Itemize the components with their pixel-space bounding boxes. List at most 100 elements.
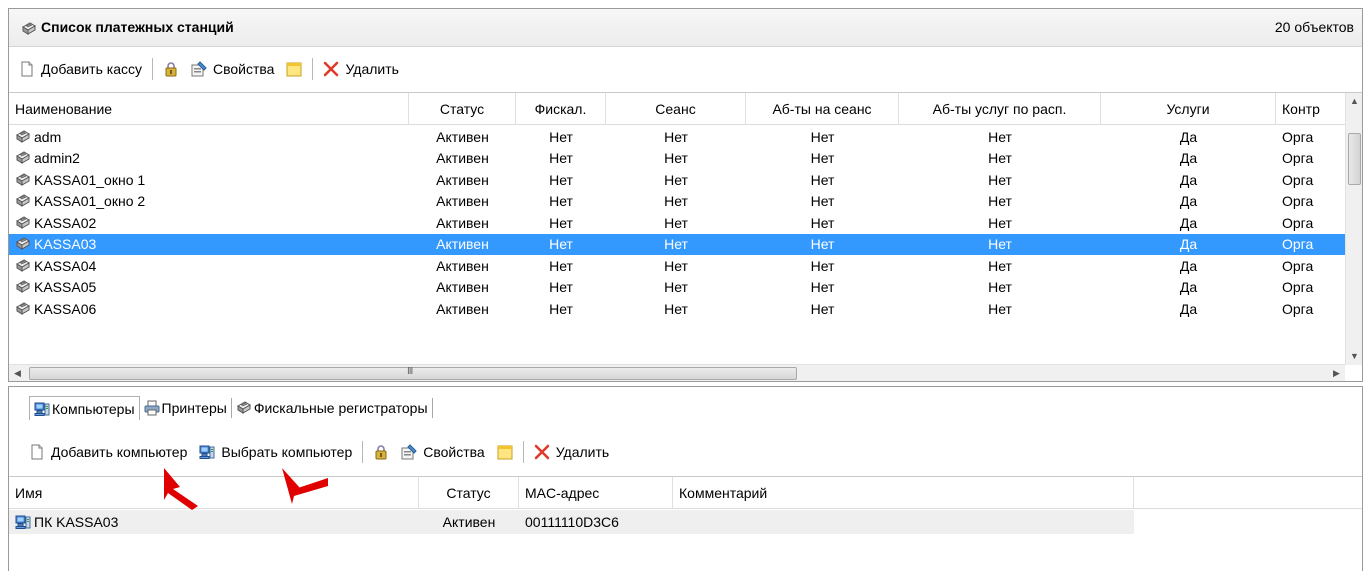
properties-button[interactable]: Свойства (395, 439, 490, 465)
computers-toolbar: Добавить компьютер Выбрать компьютер Сво… (23, 437, 615, 467)
delete-x-icon (534, 444, 550, 460)
table-cell-fiscal: Нет (549, 128, 573, 145)
column-header-status[interactable]: Статус (419, 477, 519, 508)
table-cell-ab-services: Нет (988, 257, 1012, 274)
table-cell-ab-session: Нет (810, 236, 835, 253)
column-header-status[interactable]: Статус (409, 93, 516, 124)
computers-table-body: ПК KASSA03 Активен 00111110D3C6 (9, 510, 1362, 534)
table-row[interactable]: ПК KASSA03 Активен 00111110D3C6 (9, 510, 1134, 534)
table-cell-status: Активен (436, 171, 489, 188)
delete-button[interactable]: Удалить (528, 439, 615, 465)
column-header-fiscal[interactable]: Фискал. (516, 93, 606, 124)
table-row[interactable]: KASSA04 Активен Нет Нет Нет Нет Да Орга (9, 255, 1345, 277)
station-icon (15, 279, 31, 295)
properties-button[interactable]: Свойства (185, 56, 280, 82)
table-cell-name: KASSA02 (9, 215, 409, 231)
table-row[interactable]: admin2 Активен Нет Нет Нет Нет Да Орга (9, 148, 1345, 170)
note-icon (286, 61, 302, 77)
table-cell-fiscal: Нет (549, 300, 573, 317)
table-cell-session: Нет (664, 128, 688, 145)
column-header-name[interactable]: Имя (9, 477, 419, 508)
table-cell-status: Активен (436, 257, 489, 274)
table-row[interactable]: KASSA03 Активен Нет Нет Нет Нет Да Орга (9, 233, 1345, 255)
station-name: admin2 (34, 150, 80, 167)
panel-title: Список платежных станций (41, 19, 234, 35)
table-cell-ab-session: Нет (810, 214, 835, 231)
horizontal-scrollbar[interactable]: ◀ III ▶ (9, 364, 1345, 381)
scroll-thumb[interactable] (1348, 133, 1361, 185)
table-cell-name: KASSA05 (9, 279, 409, 295)
column-header-ab-services[interactable]: Аб-ты услуг по расп. (899, 93, 1101, 124)
add-cashbox-button[interactable]: Добавить кассу (13, 56, 148, 82)
table-cell-fiscal: Нет (549, 236, 573, 253)
station-icon (15, 150, 31, 166)
toolbar-separator (522, 441, 524, 463)
add-computer-button[interactable]: Добавить компьютер (23, 439, 193, 465)
table-cell-contr: Орга (1282, 279, 1314, 296)
table-row[interactable]: KASSA05 Активен Нет Нет Нет Нет Да Орга (9, 277, 1345, 299)
annotation-arrow-icon (282, 468, 328, 504)
properties-icon (191, 61, 207, 77)
lock-button[interactable] (367, 439, 395, 465)
scroll-up-arrow[interactable]: ▲ (1346, 93, 1362, 110)
table-cell-name: KASSA01_окно 1 (9, 172, 409, 188)
table-cell-fiscal: Нет (549, 279, 573, 296)
computers-table: Имя Статус MAC-адрес Комментарий ПК KASS… (9, 476, 1362, 571)
delete-label: Удалить (555, 444, 610, 460)
table-cell-session: Нет (664, 214, 688, 231)
table-cell-session: Нет (664, 257, 688, 274)
object-count: 20 объектов (1274, 19, 1354, 35)
table-cell-contr: Орга (1282, 214, 1314, 231)
table-cell-services: Да (1179, 214, 1198, 231)
tab-printers[interactable]: Принтеры (140, 396, 231, 420)
station-name: KASSA02 (34, 214, 97, 231)
column-header-name[interactable]: Наименование (9, 93, 409, 124)
tab-separator (431, 398, 433, 418)
vertical-scrollbar[interactable]: ▲ ▼ (1345, 93, 1362, 365)
computer-name: ПК KASSA03 (34, 514, 119, 530)
table-row[interactable]: KASSA02 Активен Нет Нет Нет Нет Да Орга (9, 212, 1345, 234)
table-cell-contr: Орга (1282, 257, 1314, 274)
scroll-left-arrow[interactable]: ◀ (9, 365, 26, 381)
scroll-right-arrow[interactable]: ▶ (1328, 365, 1345, 381)
table-cell-status: Активен (442, 514, 496, 530)
column-header-filler (1134, 477, 1360, 508)
delete-button[interactable]: Удалить (317, 56, 404, 82)
table-cell-name: KASSA01_окно 2 (9, 193, 409, 209)
table-row[interactable]: KASSA06 Активен Нет Нет Нет Нет Да Орга (9, 298, 1345, 320)
tab-computers[interactable]: Компьютеры (29, 396, 140, 420)
station-name: KASSA01_окно 2 (34, 193, 146, 210)
lock-icon (163, 61, 179, 77)
hscroll-thumb[interactable] (29, 367, 797, 380)
choose-computer-button[interactable]: Выбрать компьютер (193, 439, 358, 465)
scroll-down-arrow[interactable]: ▼ (1346, 348, 1362, 365)
note-button[interactable] (280, 56, 308, 82)
table-cell-status: Активен (436, 150, 489, 167)
tab-fiscal-registers[interactable]: Фискальные регистраторы (232, 396, 432, 420)
column-header-services[interactable]: Услуги (1101, 93, 1276, 124)
lock-button[interactable] (157, 56, 185, 82)
table-cell-contr: Орга (1282, 150, 1314, 167)
station-icon (15, 301, 31, 317)
column-header-contr[interactable]: Контр (1276, 93, 1345, 124)
table-cell-contr: Орга (1282, 128, 1314, 145)
table-cell-services: Да (1179, 150, 1198, 167)
table-row[interactable]: adm Активен Нет Нет Нет Нет Да Орга (9, 126, 1345, 148)
choose-computer-label: Выбрать компьютер (221, 444, 353, 460)
table-row[interactable]: KASSA01_окно 2 Активен Нет Нет Нет Нет Да Орга (9, 191, 1345, 213)
column-header-ab-session[interactable]: Аб-ты на сеанс (746, 93, 899, 124)
station-name: KASSA04 (34, 257, 97, 274)
column-header-comment[interactable]: Комментарий (673, 477, 1134, 508)
table-cell-name: KASSA03 (9, 236, 409, 252)
details-tabs: Компьютеры Принтеры Фискальные регистрат… (29, 395, 433, 421)
column-header-mac[interactable]: MAC-адрес (519, 477, 673, 508)
table-row[interactable]: KASSA01_окно 1 Активен Нет Нет Нет Нет Да Орга (9, 169, 1345, 191)
column-header-session[interactable]: Сеанс (606, 93, 746, 124)
delete-label: Удалить (345, 61, 399, 77)
table-cell-services: Да (1179, 128, 1198, 145)
note-button[interactable] (491, 439, 519, 465)
table-cell-ab-services: Нет (988, 236, 1012, 253)
properties-label: Свойства (423, 444, 485, 460)
table-cell-status: Активен (436, 300, 489, 317)
table-cell-ab-services: Нет (988, 193, 1012, 210)
